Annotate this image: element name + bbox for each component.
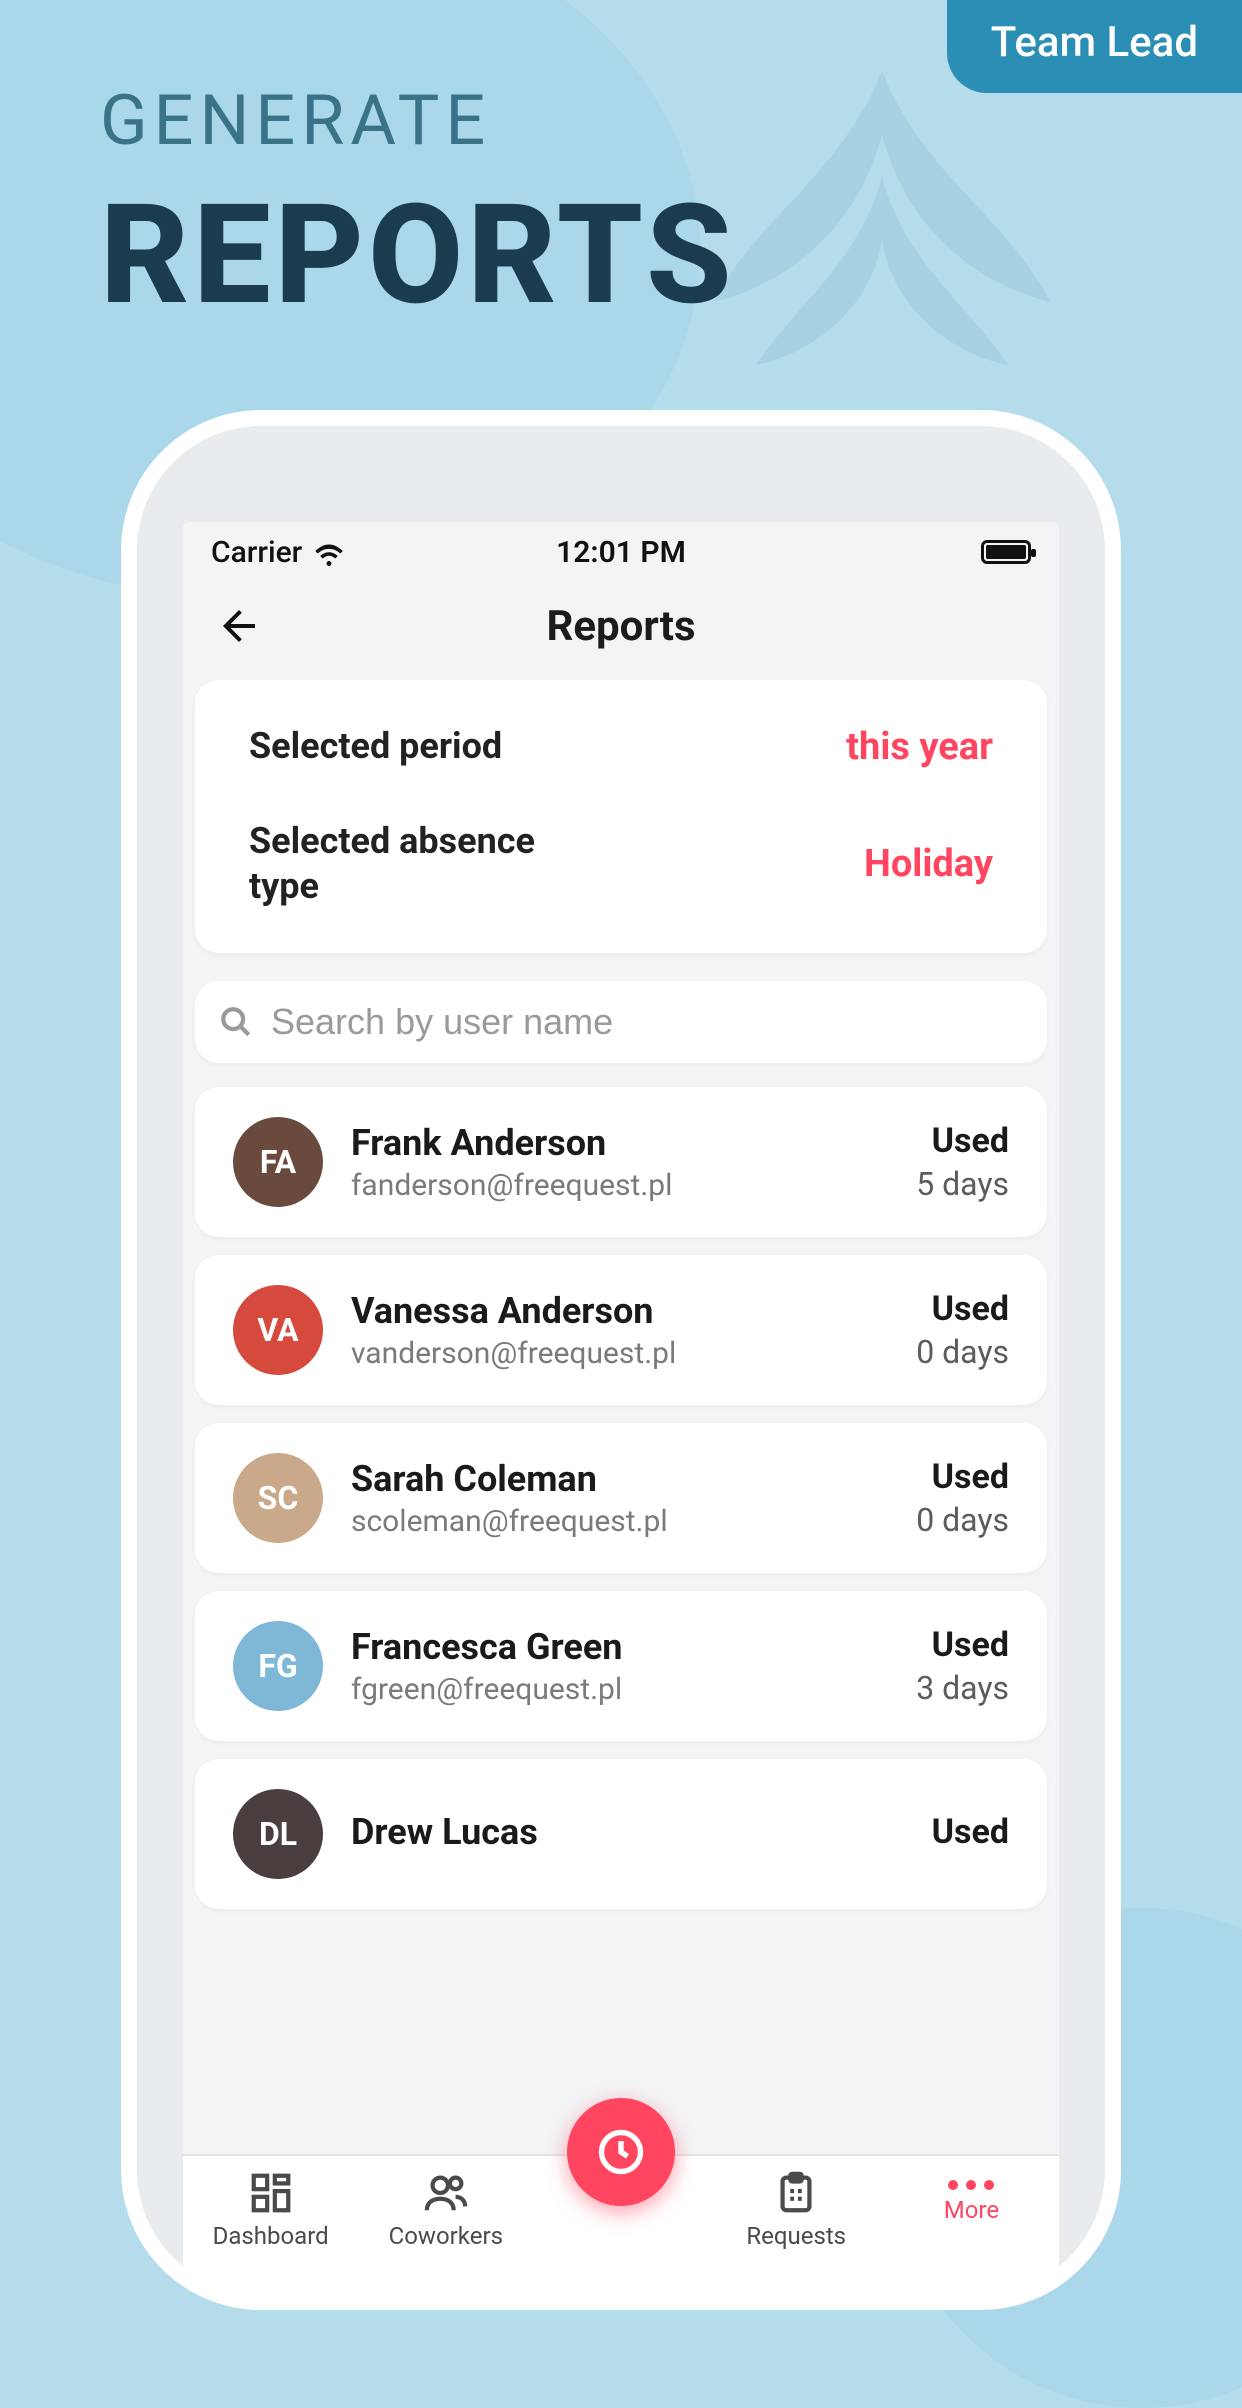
user-stat: Used 0 days bbox=[916, 1289, 1009, 1371]
dashboard-icon bbox=[248, 2170, 294, 2216]
avatar: SC bbox=[233, 1453, 323, 1543]
user-info: Frank Anderson fanderson@freequest.pl bbox=[351, 1122, 888, 1203]
tab-label: Requests bbox=[746, 2222, 846, 2250]
fab-timer-button[interactable] bbox=[567, 2098, 675, 2206]
avatar: VA bbox=[233, 1285, 323, 1375]
user-info: Vanessa Anderson vanderson@freequest.pl bbox=[351, 1290, 888, 1371]
user-stat: Used 0 days bbox=[916, 1457, 1009, 1539]
search-card bbox=[195, 981, 1047, 1063]
user-name: Sarah Coleman bbox=[351, 1458, 888, 1500]
tab-label: Coworkers bbox=[389, 2222, 503, 2250]
coworkers-icon bbox=[423, 2170, 469, 2216]
user-name: Vanessa Anderson bbox=[351, 1290, 888, 1332]
avatar: FG bbox=[233, 1621, 323, 1711]
user-row[interactable]: VA Vanessa Anderson vanderson@freequest.… bbox=[195, 1255, 1047, 1405]
tab-more[interactable]: More bbox=[884, 2170, 1059, 2224]
phone-screen: Carrier 12:01 PM Reports Selected period… bbox=[183, 522, 1059, 2294]
user-stat: Used 3 days bbox=[916, 1625, 1009, 1707]
tab-requests[interactable]: Requests bbox=[709, 2170, 884, 2250]
stat-value: 5 days bbox=[916, 1165, 1009, 1203]
stat-value: 0 days bbox=[916, 1333, 1009, 1371]
marketing-heading: GENERATE REPORTS bbox=[100, 80, 736, 336]
stat-label: Used bbox=[916, 1289, 1009, 1329]
user-email: vanderson@freequest.pl bbox=[351, 1336, 888, 1371]
user-name: Drew Lucas bbox=[351, 1811, 904, 1853]
tab-label: Dashboard bbox=[213, 2222, 329, 2250]
status-time: 12:01 PM bbox=[556, 535, 686, 570]
filter-period-row[interactable]: Selected period this year bbox=[249, 724, 993, 769]
user-stat: Used 5 days bbox=[916, 1121, 1009, 1203]
user-stat: Used bbox=[932, 1812, 1009, 1856]
tab-dashboard[interactable]: Dashboard bbox=[183, 2170, 358, 2250]
nav-header: Reports bbox=[183, 582, 1059, 670]
heading-line1: GENERATE bbox=[100, 80, 736, 162]
stat-label: Used bbox=[932, 1812, 1009, 1852]
filter-period-label: Selected period bbox=[249, 724, 502, 769]
tab-coworkers[interactable]: Coworkers bbox=[358, 2170, 533, 2250]
arrow-left-icon bbox=[215, 602, 263, 650]
status-bar: Carrier 12:01 PM bbox=[183, 522, 1059, 582]
filter-type-row[interactable]: Selected absence type Holiday bbox=[249, 819, 993, 909]
page-title: Reports bbox=[183, 602, 1059, 651]
user-info: Francesca Green fgreen@freequest.pl bbox=[351, 1626, 888, 1707]
avatar: FA bbox=[233, 1117, 323, 1207]
user-email: fgreen@freequest.pl bbox=[351, 1672, 888, 1707]
stat-value: 0 days bbox=[916, 1501, 1009, 1539]
tab-label: More bbox=[944, 2196, 999, 2224]
user-row[interactable]: SC Sarah Coleman scoleman@freequest.pl U… bbox=[195, 1423, 1047, 1573]
user-info: Drew Lucas bbox=[351, 1811, 904, 1857]
filter-type-value: Holiday bbox=[864, 842, 993, 886]
user-name: Frank Anderson bbox=[351, 1122, 888, 1164]
role-badge: Team Lead bbox=[947, 0, 1242, 93]
user-email: scoleman@freequest.pl bbox=[351, 1504, 888, 1539]
stat-value: 3 days bbox=[916, 1669, 1009, 1707]
wifi-icon bbox=[314, 541, 344, 563]
search-icon bbox=[219, 1005, 253, 1039]
stat-label: Used bbox=[916, 1121, 1009, 1161]
phone-frame: Carrier 12:01 PM Reports Selected period… bbox=[121, 410, 1121, 2310]
clock-icon bbox=[595, 2126, 647, 2178]
carrier-label: Carrier bbox=[211, 535, 302, 570]
content-area: Selected period this year Selected absen… bbox=[183, 670, 1059, 2294]
back-button[interactable] bbox=[209, 596, 269, 656]
filter-period-value: this year bbox=[846, 725, 993, 769]
avatar: DL bbox=[233, 1789, 323, 1879]
user-name: Francesca Green bbox=[351, 1626, 888, 1668]
battery-icon bbox=[981, 540, 1031, 564]
filters-card: Selected period this year Selected absen… bbox=[195, 680, 1047, 953]
requests-icon bbox=[773, 2170, 819, 2216]
heading-line2: REPORTS bbox=[100, 174, 736, 336]
user-row[interactable]: DL Drew Lucas Used bbox=[195, 1759, 1047, 1909]
user-row[interactable]: FA Frank Anderson fanderson@freequest.pl… bbox=[195, 1087, 1047, 1237]
more-icon bbox=[948, 2180, 994, 2190]
search-input[interactable] bbox=[271, 1001, 1023, 1043]
user-info: Sarah Coleman scoleman@freequest.pl bbox=[351, 1458, 888, 1539]
stat-label: Used bbox=[916, 1625, 1009, 1665]
filter-type-label: Selected absence type bbox=[249, 819, 569, 909]
stat-label: Used bbox=[916, 1457, 1009, 1497]
user-list: FA Frank Anderson fanderson@freequest.pl… bbox=[193, 1087, 1049, 1909]
user-email: fanderson@freequest.pl bbox=[351, 1168, 888, 1203]
user-row[interactable]: FG Francesca Green fgreen@freequest.pl U… bbox=[195, 1591, 1047, 1741]
